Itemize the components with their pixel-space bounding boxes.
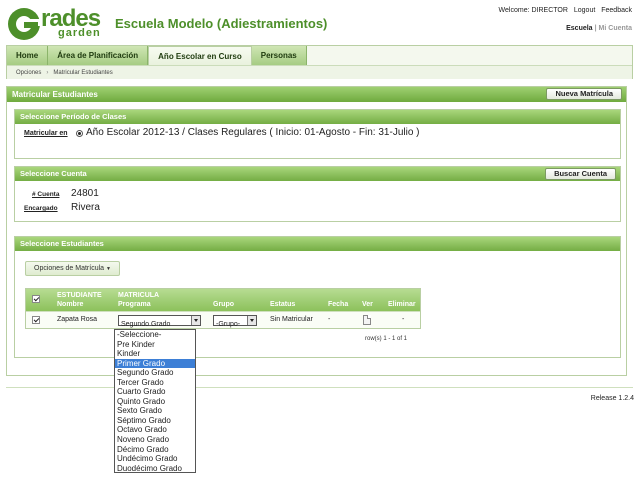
date-text: - — [328, 316, 331, 323]
tab-home[interactable]: Home — [7, 46, 49, 65]
welcome-text: Welcome: DIRECTOR — [498, 7, 568, 14]
dropdown-option[interactable]: Noveno Grado — [115, 435, 195, 445]
school-title: Escuela Modelo (Adiestramientos) — [115, 16, 328, 31]
logo-subword: garden — [58, 27, 101, 39]
dropdown-option[interactable]: Duodécimo Grado — [115, 464, 195, 474]
guardian-label: Encargado — [24, 205, 58, 212]
tab-area-planificacion[interactable]: Área de Planificación — [48, 46, 149, 65]
dropdown-option[interactable]: Quinto Grado — [115, 397, 195, 407]
dropdown-option[interactable]: Pre Kinder — [115, 340, 195, 350]
col-nombre: Nombre — [57, 301, 84, 308]
programa-select[interactable]: Segundo Grado — [118, 315, 201, 328]
students-section-title: Seleccione Estudiantes — [15, 237, 620, 251]
dropdown-option[interactable]: Undécimo Grado — [115, 454, 195, 464]
dropdown-option[interactable]: Octavo Grado — [115, 425, 195, 435]
col-estatus: Estatus — [270, 301, 296, 308]
caret-down-icon — [191, 316, 200, 325]
table-header: ESTUDIANTE Nombre MATRICULA Programa Gru… — [26, 289, 420, 311]
account-section: Seleccione Cuenta Buscar Cuenta # Cuenta… — [14, 166, 621, 222]
table-row: Zapata Rosa Segundo Grado -Grupo- Sin Ma… — [26, 311, 420, 328]
account-links: Escuela | Mi Cuenta — [566, 25, 632, 32]
col-matricula: MATRICULA — [118, 292, 160, 299]
period-radio[interactable] — [76, 130, 83, 137]
status-text: Sin Matricular — [270, 316, 313, 323]
grupo-select[interactable]: -Grupo- — [213, 315, 257, 328]
caret-down-icon: ▼ — [106, 266, 111, 272]
caret-down-icon — [247, 316, 256, 325]
dropdown-option[interactable]: Cuarto Grado — [115, 387, 195, 397]
escuela-link[interactable]: Escuela — [566, 25, 592, 32]
new-enrollment-button[interactable]: Nueva Matrícula — [546, 88, 622, 100]
dropdown-option[interactable]: Primer Grado — [115, 358, 195, 369]
programa-select-value: Segundo Grado — [121, 321, 171, 328]
search-account-button[interactable]: Buscar Cuenta — [545, 168, 616, 180]
student-name: Zapata Rosa — [57, 316, 98, 323]
logout-link[interactable]: Logout — [574, 7, 595, 14]
enroll-panel: Matricular Estudiantes Nueva Matrícula S… — [6, 86, 627, 376]
account-section-title: Seleccione Cuenta — [20, 169, 87, 178]
dropdown-option[interactable]: Séptimo Grado — [115, 416, 195, 426]
period-value: Año Escolar 2012-13 / Clases Regulares (… — [86, 127, 420, 138]
col-grupo: Grupo — [213, 301, 234, 308]
period-label: Matricular en — [24, 130, 68, 137]
account-number-label: # Cuenta — [32, 191, 60, 198]
dropdown-option[interactable]: Segundo Grado — [115, 368, 195, 378]
panel-title: Matricular Estudiantes — [12, 90, 98, 99]
breadcrumb-separator: › — [46, 70, 49, 76]
period-section-title: Seleccione Período de Clases — [15, 110, 620, 124]
enrollment-options-button[interactable]: Opciones de Matrícula ▼ — [25, 261, 120, 276]
footer-divider — [6, 387, 633, 388]
enrollment-options-label: Opciones de Matrícula — [34, 265, 105, 272]
mi-cuenta-link[interactable]: Mi Cuenta — [599, 25, 632, 32]
grupo-select-value: -Grupo- — [216, 321, 241, 328]
main-navigation: Home Área de Planificación Año Escolar e… — [6, 45, 633, 79]
col-estudiante: ESTUDIANTE — [57, 292, 102, 299]
dropdown-option[interactable]: -Seleccione- — [115, 330, 195, 340]
col-fecha: Fecha — [328, 301, 349, 308]
release-version: Release 1.2.4 — [590, 395, 634, 402]
dropdown-option[interactable]: Kinder — [115, 349, 195, 359]
select-all-checkbox[interactable] — [32, 295, 40, 303]
link-separator: | — [594, 25, 597, 32]
tab-ano-escolar[interactable]: Año Escolar en Curso — [148, 46, 252, 66]
students-table: ESTUDIANTE Nombre MATRICULA Programa Gru… — [25, 288, 421, 329]
dropdown-option[interactable]: Décimo Grado — [115, 445, 195, 455]
document-icon[interactable] — [363, 315, 371, 325]
col-eliminar: Eliminar — [388, 301, 416, 308]
panel-header: Matricular Estudiantes Nueva Matrícula — [7, 87, 626, 102]
row-count: row(s) 1 - 1 of 1 — [365, 336, 408, 342]
col-ver: Ver — [362, 301, 373, 308]
row-checkbox[interactable] — [32, 316, 40, 324]
delete-text[interactable]: - — [402, 316, 404, 323]
tab-personas[interactable]: Personas — [251, 46, 307, 65]
logo-g-bar — [24, 22, 38, 28]
breadcrumb-current: Matricular Estudiantes — [53, 70, 113, 76]
guardian-value: Rivera — [71, 202, 100, 213]
feedback-link[interactable]: Feedback — [601, 7, 632, 14]
students-section: Seleccione Estudiantes Opciones de Matrí… — [14, 236, 621, 358]
breadcrumb-opciones[interactable]: Opciones — [16, 70, 41, 76]
top-links: Welcome: DIRECTOR Logout Feedback — [495, 7, 632, 14]
programa-dropdown-list: -Seleccione- Pre Kinder Kinder Primer Grado… — [114, 329, 196, 473]
grades-logo: rades garden — [8, 6, 104, 40]
dropdown-option[interactable]: Sexto Grado — [115, 406, 195, 416]
breadcrumb: Opciones › Matricular Estudiantes — [7, 65, 632, 79]
nav-tabs: Home Área de Planificación Año Escolar e… — [7, 46, 307, 66]
dropdown-option[interactable]: Tercer Grado — [115, 378, 195, 388]
period-section: Seleccione Período de Clases Matricular … — [14, 109, 621, 159]
col-programa: Programa — [118, 301, 151, 308]
account-number-value: 24801 — [71, 188, 99, 199]
account-section-header: Seleccione Cuenta Buscar Cuenta — [15, 167, 620, 181]
